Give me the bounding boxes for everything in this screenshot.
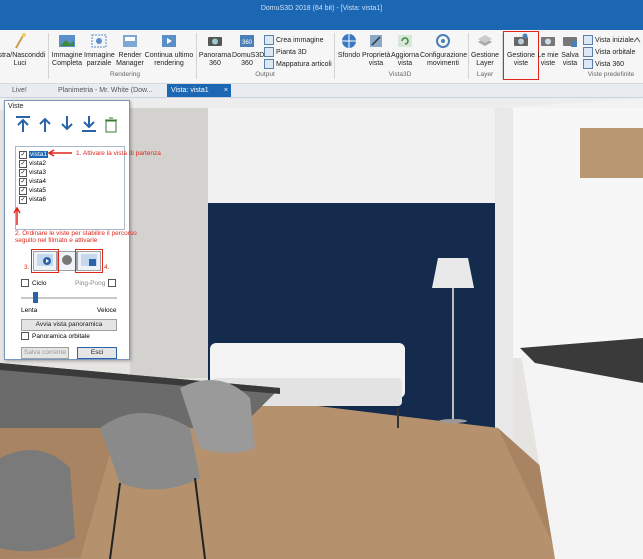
annotation-step3: 3. <box>24 264 30 271</box>
arrow-step1 <box>47 149 72 157</box>
annotation-step2: 2. Ordinare le viste per stabilire il pe… <box>15 230 137 244</box>
annotation-step1: 1. Attivare la vista di partenza <box>76 150 161 157</box>
annotation-step4: 4. <box>104 264 110 271</box>
annotation-arrows <box>13 149 72 225</box>
arrow-step2 <box>13 206 21 225</box>
